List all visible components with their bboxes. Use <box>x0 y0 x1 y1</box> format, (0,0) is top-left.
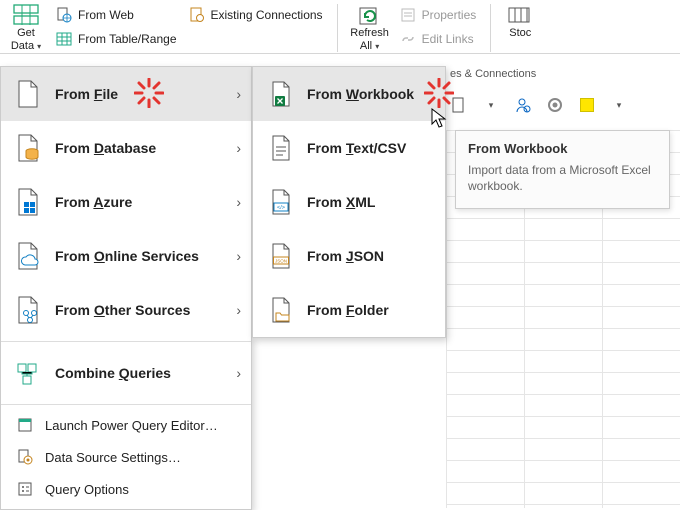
menu-label: From Database <box>55 140 222 156</box>
folder-file-icon <box>269 296 293 324</box>
query-options-item[interactable]: Query Options <box>1 473 251 505</box>
from-folder-item[interactable]: From Folder <box>253 283 445 337</box>
from-file-submenu: From Workbook From Text/CSV </> From XML… <box>252 66 446 338</box>
record-circle-icon[interactable] <box>546 96 564 114</box>
menu-label: From Azure <box>55 194 222 210</box>
chevron-right-icon: › <box>236 365 241 381</box>
edit-links-icon <box>400 31 416 47</box>
stocks-icon <box>507 4 533 26</box>
tooltip-title: From Workbook <box>468 141 657 156</box>
ribbon-separator <box>490 4 491 52</box>
menu-label: Combine Queries <box>55 365 222 381</box>
page-caret-icon[interactable]: ▾ <box>482 96 500 114</box>
from-database-item[interactable]: From Database › <box>1 121 251 175</box>
data-source-settings-item[interactable]: Data Source Settings… <box>1 441 251 473</box>
properties-button: Properties <box>396 4 481 26</box>
xml-file-icon: </> <box>269 188 293 216</box>
person-search-icon[interactable] <box>514 96 532 114</box>
from-other-sources-item[interactable]: From Other Sources › <box>1 283 251 337</box>
chevron-right-icon: › <box>236 248 241 264</box>
chevron-right-icon: › <box>236 194 241 210</box>
get-data-icon <box>13 4 39 26</box>
existing-connections-button[interactable]: Existing Connections <box>185 4 327 26</box>
highlight-swatch[interactable] <box>578 96 596 114</box>
combine-queries-item[interactable]: Combine Queries › <box>1 346 251 400</box>
text-file-icon <box>269 134 293 162</box>
mini-caret-icon[interactable]: ▾ <box>610 96 628 114</box>
svg-text:</>: </> <box>277 205 285 211</box>
menu-label: From Text/CSV <box>307 140 406 156</box>
globe-file-icon <box>56 7 72 23</box>
get-data-label-2: Data ▾ <box>11 40 41 53</box>
page-icon[interactable] <box>450 96 468 114</box>
from-table-button[interactable]: From Table/Range <box>52 28 181 50</box>
launch-pq-editor-item[interactable]: Launch Power Query Editor… <box>1 409 251 441</box>
menu-label: From File <box>55 86 222 102</box>
query-options-icon <box>17 481 33 497</box>
chevron-right-icon: › <box>236 140 241 156</box>
cloud-file-icon <box>15 241 41 271</box>
refresh-all-button[interactable]: Refresh All ▾ <box>348 2 392 52</box>
from-text-csv-item[interactable]: From Text/CSV <box>253 121 445 175</box>
tooltip-body: Import data from a Microsoft Excel workb… <box>468 162 657 194</box>
existing-connections-icon <box>189 7 205 23</box>
mini-toolbar: ▾ ▾ <box>450 96 628 114</box>
ribbon: Get Data ▾ From Web From Table/Range Exi… <box>0 0 680 54</box>
menu-separator <box>1 341 251 342</box>
menu-separator <box>1 404 251 405</box>
menu-label: From JSON <box>307 248 384 264</box>
other-sources-file-icon <box>15 295 41 325</box>
from-file-item[interactable]: From File › <box>1 67 251 121</box>
menu-label: From XML <box>307 194 375 210</box>
get-data-button[interactable]: Get Data ▾ <box>4 2 48 52</box>
combine-icon <box>15 358 41 388</box>
database-file-icon <box>15 133 41 163</box>
file-icon <box>15 79 41 109</box>
get-data-menu: From File › From Database › From Azure ›… <box>0 66 252 510</box>
queries-connections-label: es & Connections <box>450 68 536 80</box>
menu-label: From Online Services <box>55 248 222 264</box>
chevron-right-icon: › <box>236 86 241 102</box>
get-data-label-1: Get <box>17 27 35 39</box>
data-source-settings-icon <box>17 449 33 465</box>
from-workbook-tooltip: From Workbook Import data from a Microso… <box>455 130 670 209</box>
menu-label: From Workbook <box>307 86 414 102</box>
menu-label: From Other Sources <box>55 302 222 318</box>
menu-label: From Folder <box>307 302 389 318</box>
from-online-services-item[interactable]: From Online Services › <box>1 229 251 283</box>
pq-editor-icon <box>17 417 33 433</box>
properties-icon <box>400 7 416 23</box>
workbook-file-icon <box>269 80 293 108</box>
azure-file-icon <box>15 187 41 217</box>
refresh-icon <box>357 4 383 26</box>
stocks-button[interactable]: Stoc <box>501 2 539 52</box>
chevron-right-icon: › <box>236 302 241 318</box>
from-xml-item[interactable]: </> From XML <box>253 175 445 229</box>
edit-links-button: Edit Links <box>396 28 481 50</box>
ribbon-separator <box>337 4 338 52</box>
from-web-button[interactable]: From Web <box>52 4 181 26</box>
from-workbook-item[interactable]: From Workbook <box>253 67 445 121</box>
table-icon <box>56 31 72 47</box>
from-azure-item[interactable]: From Azure › <box>1 175 251 229</box>
json-file-icon: JSON <box>269 242 293 270</box>
svg-text:JSON: JSON <box>275 259 287 264</box>
from-json-item[interactable]: JSON From JSON <box>253 229 445 283</box>
